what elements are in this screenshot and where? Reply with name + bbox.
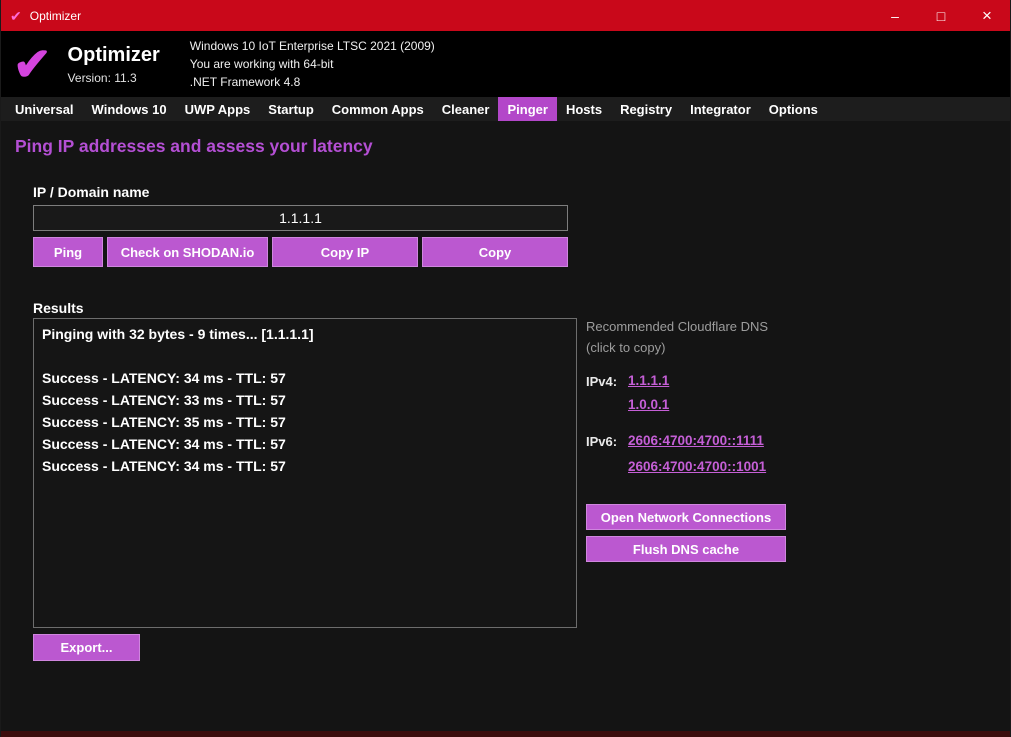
tab-pinger[interactable]: Pinger <box>498 97 556 121</box>
app-check-icon: ✔ <box>10 9 22 23</box>
results-box[interactable]: Pinging with 32 bytes - 9 times... [1.1.… <box>33 318 577 628</box>
open-network-connections-button[interactable]: Open Network Connections <box>586 504 786 530</box>
optimizer-window: ✔ Optimizer – □ × ✔ Optimizer Version: 1… <box>0 0 1011 737</box>
tab-cleaner[interactable]: Cleaner <box>433 97 499 121</box>
check-shodan-button[interactable]: Check on SHODAN.io <box>107 237 268 267</box>
maximize-button[interactable]: □ <box>918 0 964 31</box>
close-button[interactable]: × <box>964 0 1010 31</box>
tab-universal[interactable]: Universal <box>6 97 83 121</box>
ip-domain-label: IP / Domain name <box>33 184 149 200</box>
tab-registry[interactable]: Registry <box>611 97 681 121</box>
results-label: Results <box>33 300 84 316</box>
ipv6-dns-link-secondary[interactable]: 2606:4700:4700::1001 <box>628 459 766 474</box>
results-line <box>42 345 568 367</box>
tab-windows-10[interactable]: Windows 10 <box>83 97 176 121</box>
results-line: Success - LATENCY: 34 ms - TTL: 57 <box>42 455 568 477</box>
window-controls: – □ × <box>872 0 1010 31</box>
ip-domain-input[interactable] <box>33 205 568 231</box>
ipv4-dns-link-secondary[interactable]: 1.0.0.1 <box>628 397 669 412</box>
tab-uwp-apps[interactable]: UWP Apps <box>176 97 260 121</box>
page-title: Ping IP addresses and assess your latenc… <box>15 136 373 157</box>
app-title-block: Optimizer Version: 11.3 <box>68 44 160 85</box>
dns-panel-title: Recommended Cloudflare DNS <box>586 319 768 334</box>
tab-bar: Universal Windows 10 UWP Apps Startup Co… <box>1 97 1010 121</box>
tab-startup[interactable]: Startup <box>259 97 323 121</box>
window-title: Optimizer <box>30 9 81 23</box>
copy-button[interactable]: Copy <box>422 237 568 267</box>
app-version: Version: 11.3 <box>68 71 160 85</box>
dns-panel-subtitle: (click to copy) <box>586 340 665 355</box>
action-button-row: Ping Check on SHODAN.io Copy IP Copy <box>33 237 568 267</box>
export-button[interactable]: Export... <box>33 634 140 661</box>
tab-integrator[interactable]: Integrator <box>681 97 760 121</box>
results-line: Success - LATENCY: 34 ms - TTL: 57 <box>42 367 568 389</box>
dns-panel: Recommended Cloudflare DNS (click to cop… <box>586 319 826 579</box>
window-bottom-border <box>1 731 1010 737</box>
app-header: ✔ Optimizer Version: 11.3 Windows 10 IoT… <box>1 31 1010 97</box>
ping-button[interactable]: Ping <box>33 237 103 267</box>
system-info-line-dotnet: .NET Framework 4.8 <box>190 73 435 91</box>
system-info-line-arch: You are working with 64-bit <box>190 55 435 73</box>
tab-hosts[interactable]: Hosts <box>557 97 611 121</box>
titlebar[interactable]: ✔ Optimizer – □ × <box>1 0 1010 31</box>
tab-common-apps[interactable]: Common Apps <box>323 97 433 121</box>
ipv6-label: IPv6: <box>586 434 617 449</box>
ipv4-dns-link-primary[interactable]: 1.1.1.1 <box>628 373 669 388</box>
minimize-button[interactable]: – <box>872 0 918 31</box>
ipv4-label: IPv4: <box>586 374 617 389</box>
results-line: Pinging with 32 bytes - 9 times... [1.1.… <box>42 323 568 345</box>
ipv6-dns-link-primary[interactable]: 2606:4700:4700::1111 <box>628 433 764 448</box>
app-name: Optimizer <box>68 44 160 67</box>
tab-options[interactable]: Options <box>760 97 827 121</box>
results-line: Success - LATENCY: 34 ms - TTL: 57 <box>42 433 568 455</box>
optimizer-logo-icon: ✔ <box>13 41 52 87</box>
system-info: Windows 10 IoT Enterprise LTSC 2021 (200… <box>190 37 435 91</box>
copy-ip-button[interactable]: Copy IP <box>272 237 418 267</box>
flush-dns-cache-button[interactable]: Flush DNS cache <box>586 536 786 562</box>
results-line: Success - LATENCY: 33 ms - TTL: 57 <box>42 389 568 411</box>
results-line: Success - LATENCY: 35 ms - TTL: 57 <box>42 411 568 433</box>
system-info-line-os: Windows 10 IoT Enterprise LTSC 2021 (200… <box>190 37 435 55</box>
